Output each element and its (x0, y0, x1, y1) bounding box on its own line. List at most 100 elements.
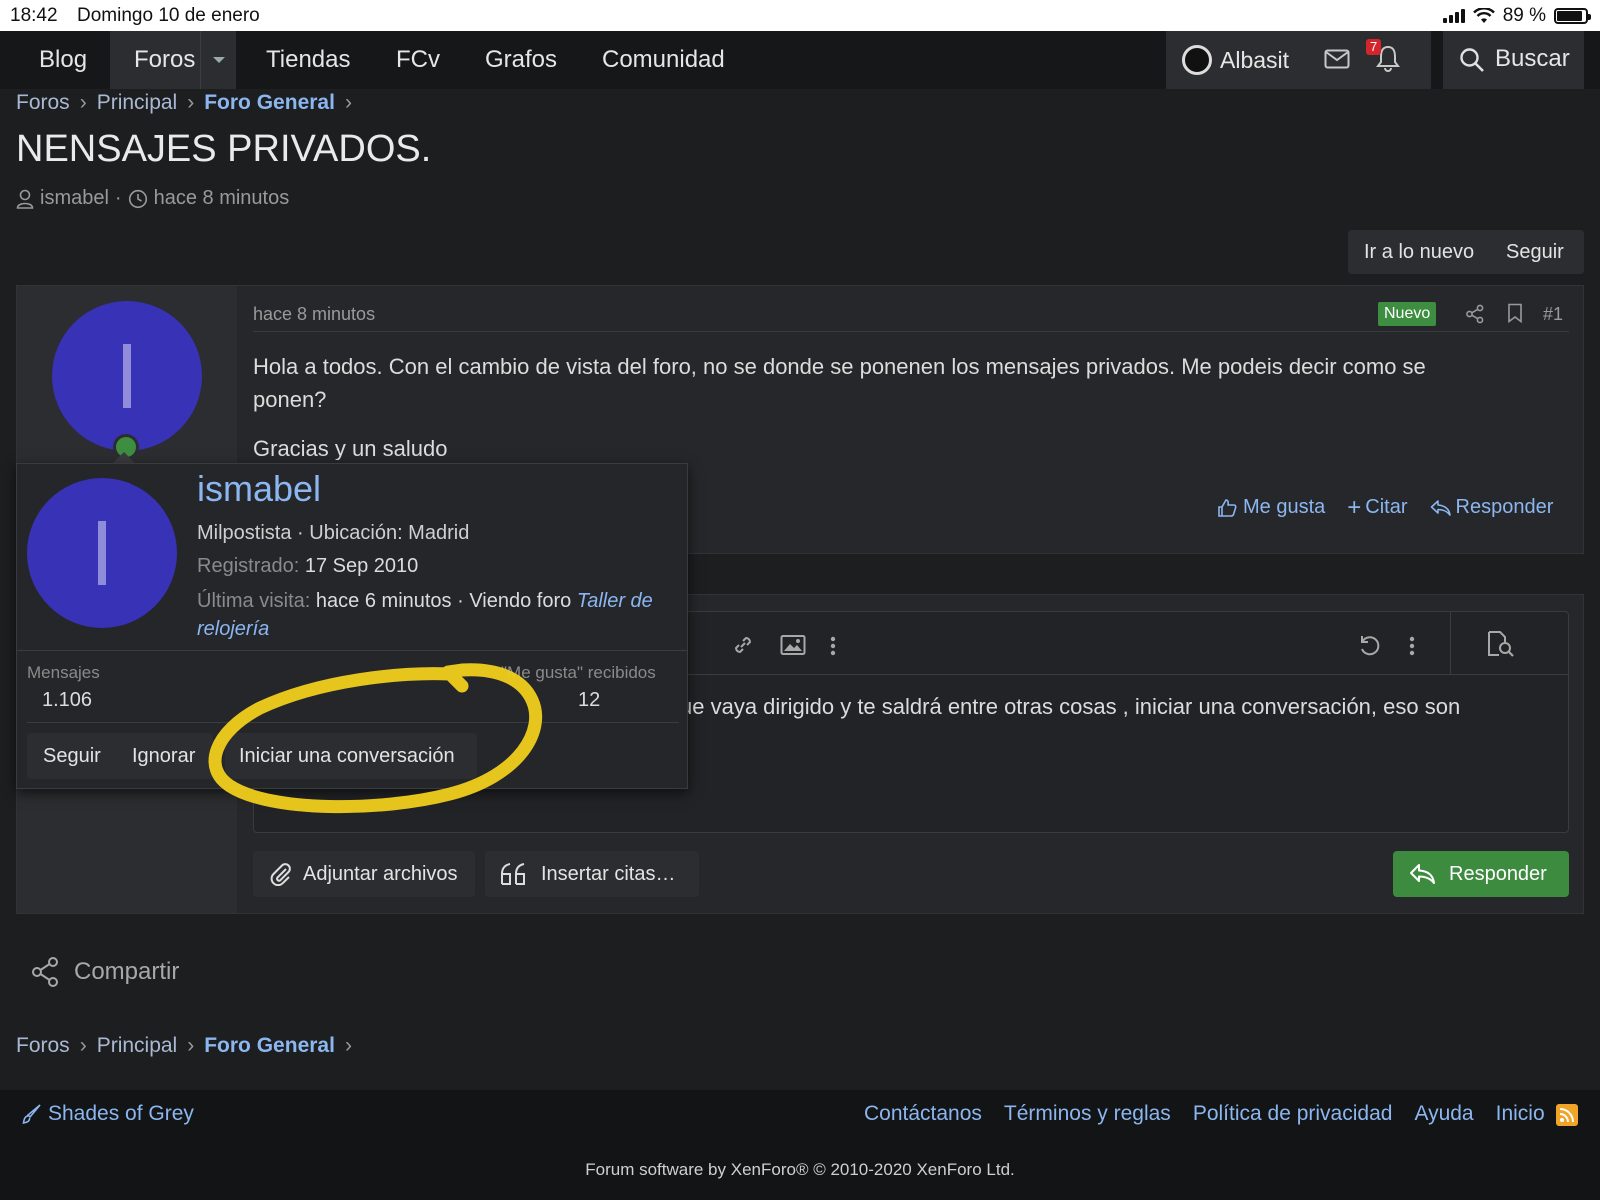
reply-link-label: Responder (1455, 496, 1554, 518)
like-button[interactable]: Me gusta (1217, 496, 1325, 519)
undo-icon[interactable] (1356, 632, 1382, 658)
envelope-icon (1324, 49, 1350, 69)
share-row[interactable]: Compartir (30, 956, 179, 988)
conversations-button[interactable] (1324, 49, 1350, 69)
nav-foros-label: Foros (134, 46, 196, 73)
cellular-signal-icon (1442, 9, 1465, 23)
breadcrumb-separator: › (187, 1034, 195, 1057)
breadcrumb-foros[interactable]: Foros (16, 91, 70, 114)
footer-link-home[interactable]: Inicio (1496, 1102, 1545, 1126)
alerts-button[interactable]: 7 (1366, 39, 1402, 73)
tooltip-button-group: Seguir Ignorar (27, 733, 213, 779)
user-menu[interactable]: Albasit (1182, 45, 1289, 75)
breadcrumb-foro-general[interactable]: Foro General (204, 1034, 335, 1057)
reply-link[interactable]: Responder (1430, 496, 1554, 519)
attach-files-button[interactable]: Adjuntar archivos (253, 851, 475, 897)
search-button[interactable]: Buscar (1443, 31, 1584, 89)
post-actions: Me gusta + Citar Responder (1217, 493, 1554, 521)
nav-comunidad[interactable]: Comunidad (586, 31, 741, 89)
breadcrumb-separator: › (79, 1034, 87, 1057)
messages-value[interactable]: 1.106 (42, 689, 92, 712)
thread-time[interactable]: hace 8 minutos (154, 187, 290, 210)
editor-text[interactable]: ue vaya dirigido y te saldrá entre otras… (680, 694, 1460, 720)
clock-icon (128, 189, 147, 208)
ignore-user-button[interactable]: Ignorar (132, 745, 195, 768)
more-options-icon[interactable] (1409, 636, 1415, 656)
highlight-scribble (208, 663, 543, 814)
nav-blog[interactable]: Blog (23, 31, 103, 89)
footer-link-help[interactable]: Ayuda (1414, 1102, 1473, 1126)
breadcrumb-principal[interactable]: Principal (97, 91, 178, 114)
like-label: Me gusta (1243, 496, 1326, 518)
tooltip-registered: Registrado: 17 Sep 2010 (197, 555, 418, 578)
tooltip-avatar[interactable] (27, 478, 177, 628)
thread-meta: ismabel · hace 8 minutos (16, 187, 289, 210)
search-icon (1460, 48, 1484, 72)
go-to-new-button[interactable]: Ir a lo nuevo (1364, 241, 1474, 264)
post-avatar[interactable] (52, 301, 202, 451)
nav-tiendas[interactable]: Tiendas (250, 31, 367, 89)
registered-label: Registrado: (197, 555, 300, 577)
user-name: Albasit (1220, 46, 1290, 73)
quote-button[interactable]: + Citar (1347, 493, 1408, 521)
nav-foros-dropdown[interactable] (200, 31, 236, 89)
nav-grafos[interactable]: Grafos (469, 31, 573, 89)
tooltip-username[interactable]: ismabel (197, 468, 321, 510)
breadcrumb-separator: › (187, 91, 195, 114)
reply-icon (1410, 864, 1435, 884)
toolbar-separator (1450, 612, 1451, 674)
top-navigation: Blog Foros Tiendas FCv Grafos Comunidad … (0, 31, 1600, 89)
likes-value[interactable]: 12 (578, 689, 600, 712)
new-badge: Nuevo (1378, 302, 1437, 326)
footer-link-contact[interactable]: Contáctanos (864, 1102, 982, 1126)
paint-brush-icon (22, 1104, 41, 1124)
quote-icon (501, 863, 525, 885)
image-icon[interactable] (780, 634, 806, 656)
wifi-icon (1472, 8, 1495, 23)
battery-percent: 89 % (1502, 5, 1546, 26)
insert-quotes-button[interactable]: Insertar citas… (485, 851, 699, 897)
style-label: Shades of Grey (48, 1102, 194, 1125)
share-icon (32, 957, 58, 987)
footer-links: Contáctanos Términos y reglas Política d… (864, 1102, 1545, 1126)
share-icon[interactable] (1465, 304, 1485, 324)
more-options-icon[interactable] (830, 636, 836, 656)
follow-user-button[interactable]: Seguir (43, 745, 101, 768)
thread-author[interactable]: ismabel (40, 187, 109, 210)
post-body-line: Hola a todos. Con el cambio de vista del… (253, 354, 1426, 379)
plus-icon: + (1347, 493, 1362, 521)
thread-title: NENSAJES PRIVADOS. (16, 128, 432, 170)
breadcrumb-bottom: Foros › Principal › Foro General › (16, 1034, 362, 1058)
thread-button-group: Ir a lo nuevo Seguir (1348, 230, 1584, 274)
user-area: Albasit 7 (1166, 31, 1431, 89)
style-chooser[interactable]: Shades of Grey (22, 1102, 194, 1126)
breadcrumb-foros[interactable]: Foros (16, 1034, 70, 1057)
follow-thread-button[interactable]: Seguir (1506, 241, 1564, 264)
reply-button[interactable]: Responder (1393, 851, 1569, 897)
link-icon[interactable] (730, 632, 756, 658)
post-body-line: ponen? (253, 387, 327, 412)
post-header-divider (253, 331, 1569, 332)
footer-link-privacy[interactable]: Política de privacidad (1193, 1102, 1393, 1126)
post-time[interactable]: hace 8 minutos (253, 304, 375, 325)
breadcrumb-principal[interactable]: Principal (97, 1034, 178, 1057)
status-time: 18:42 (10, 5, 58, 26)
registered-value: 17 Sep 2010 (304, 555, 419, 577)
copyright: Forum software by XenForo® © 2010-2020 X… (585, 1160, 1015, 1179)
bookmark-icon[interactable] (1507, 303, 1523, 323)
preview-icon[interactable] (1486, 630, 1516, 658)
caret-down-icon (213, 57, 225, 63)
footer-link-terms[interactable]: Términos y reglas (1004, 1102, 1171, 1126)
breadcrumb-foro-general[interactable]: Foro General (204, 91, 335, 114)
quote-label: Citar (1365, 496, 1408, 518)
post-number[interactable]: #1 (1543, 304, 1563, 325)
search-label: Buscar (1495, 45, 1570, 72)
post-body: Hola a todos. Con el cambio de vista del… (253, 350, 1553, 460)
last-visit-value: hace 6 minutos · Viendo foro (315, 590, 572, 612)
post-body-line: Gracias y un saludo (253, 436, 448, 460)
nav-fcv[interactable]: FCv (380, 31, 456, 89)
rss-icon[interactable] (1556, 1104, 1578, 1126)
breadcrumb-separator: › (79, 91, 87, 114)
alert-count-badge: 7 (1366, 39, 1382, 55)
reply-button-label: Responder (1449, 862, 1547, 885)
